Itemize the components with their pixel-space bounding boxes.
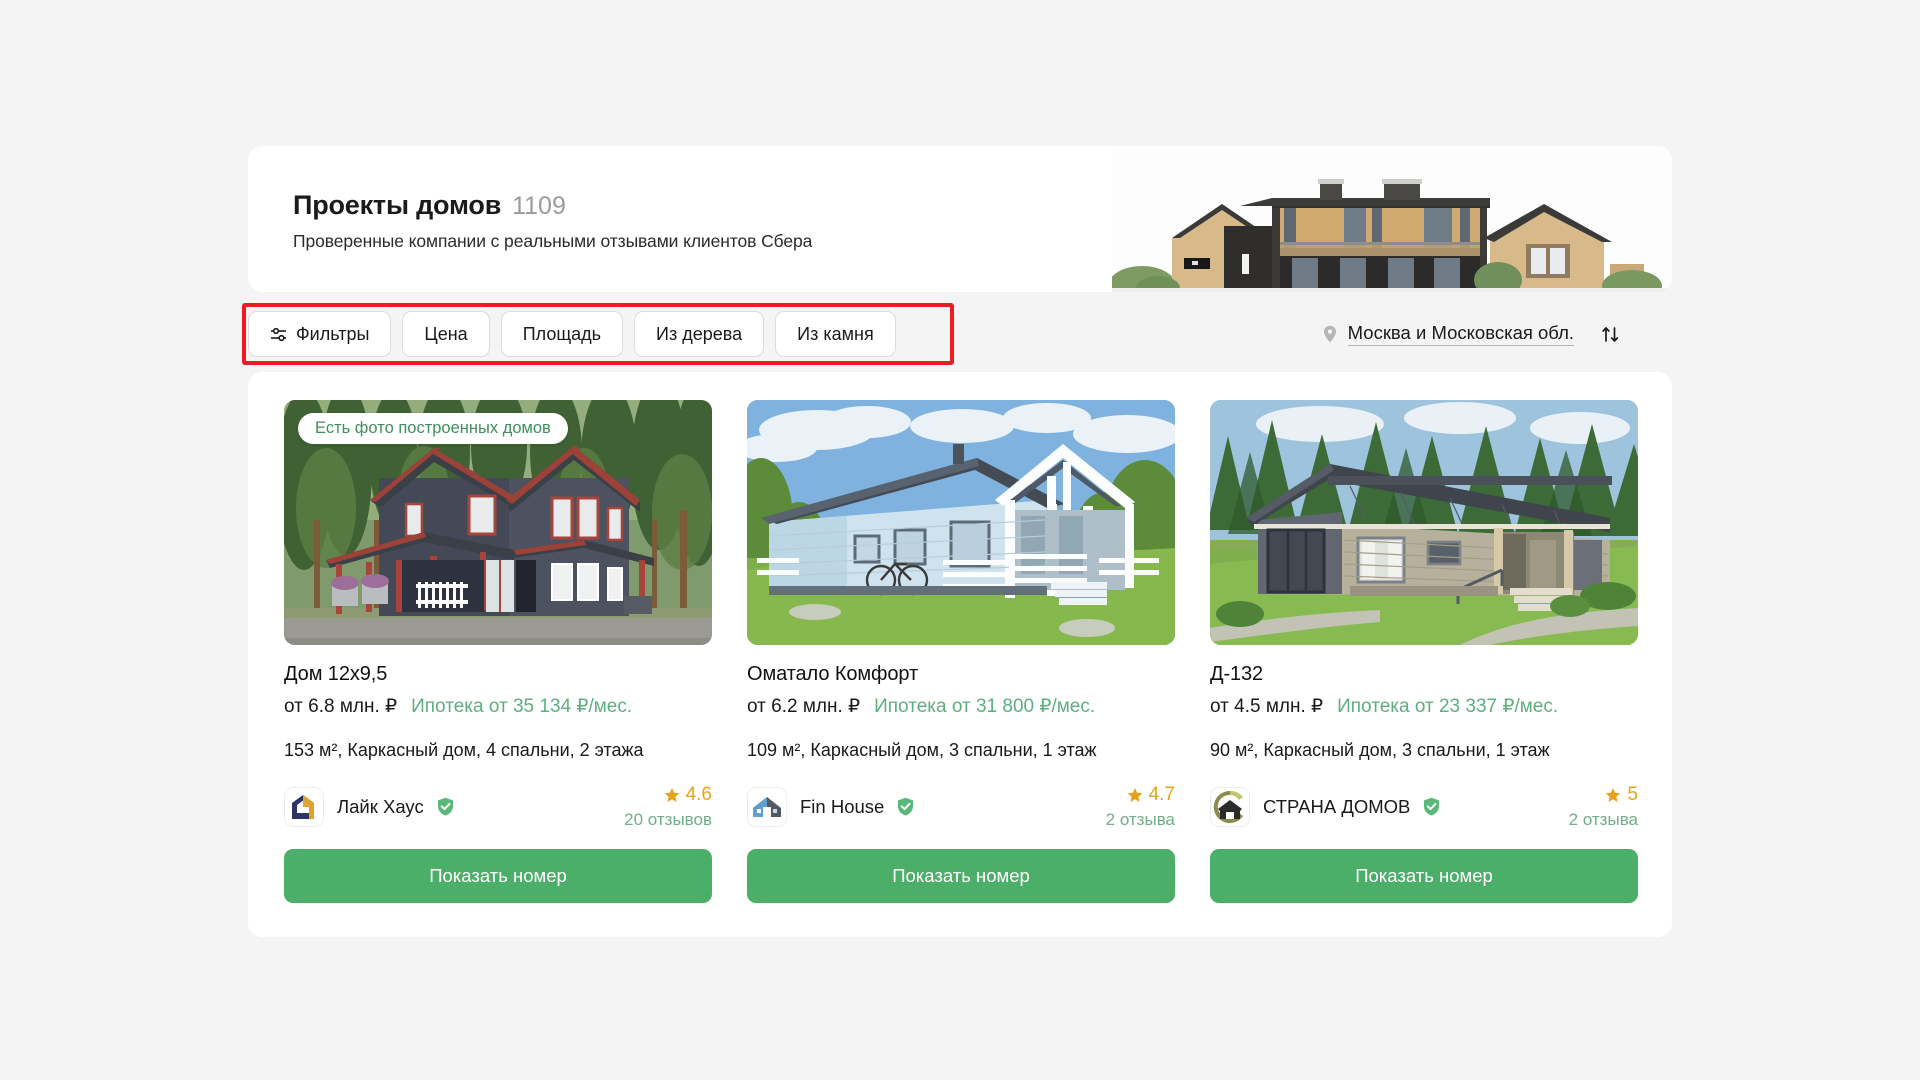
rating-block: 4.7 2 отзыва <box>1106 783 1175 830</box>
show-phone-button[interactable]: Показать номер <box>284 848 712 903</box>
company-info[interactable]: Fin House <box>747 786 914 827</box>
grey-beige-one-story-house-photo-icon <box>1210 400 1638 645</box>
like-haus-logo-icon <box>285 787 323 826</box>
listing-price: от 4.5 млн. ₽ <box>1210 696 1324 717</box>
show-phone-button[interactable]: Показать номер <box>1210 848 1638 903</box>
header-card: Проекты домов 1109 Проверенные компании … <box>248 146 1672 292</box>
modern-house-photo-icon <box>1112 146 1672 292</box>
rating-block: 4.6 20 отзывов <box>624 783 712 830</box>
company-name: Лайк Хаус <box>337 795 424 817</box>
built-photos-badge: Есть фото построенных домов <box>298 413 568 444</box>
listing-price-row: от 6.8 млн. ₽ Ипотека от 35 134 ₽/мес. <box>284 695 712 718</box>
listing-price: от 6.8 млн. ₽ <box>284 696 398 717</box>
listing-grid: Есть фото построенных домов Дом 12х9,5 о… <box>284 400 1638 903</box>
listing-photo[interactable] <box>747 400 1175 645</box>
reviews-count: 2 отзыва <box>1568 809 1638 829</box>
page-title: Проекты домов <box>293 190 502 220</box>
company-row: Лайк Хаус 4.6 20 отзывов <box>284 784 712 829</box>
listing-specs: 90 м², Каркасный дом, 3 спальни, 1 этаж <box>1210 740 1550 760</box>
page-subtitle: Проверенные компании с реальными отзывам… <box>293 231 813 251</box>
verified-shield-icon <box>1424 797 1440 816</box>
company-info[interactable]: Лайк Хаус <box>284 786 454 827</box>
map-pin-icon <box>1323 325 1336 343</box>
star-icon <box>1127 787 1142 802</box>
filter-chip-label: Площадь <box>522 323 602 344</box>
company-logo <box>747 786 787 827</box>
page-root: Проекты домов 1109 Проверенные компании … <box>0 0 1920 1080</box>
listing-specs: 109 м², Каркасный дом, 3 спальни, 1 этаж <box>747 740 1097 760</box>
listing-card[interactable]: Есть фото построенных домов Дом 12х9,5 о… <box>284 400 712 903</box>
filter-chip-area[interactable]: Площадь <box>500 311 624 357</box>
rating-block: 5 2 отзыва <box>1569 783 1638 830</box>
filter-chip-label: Фильтры <box>296 323 370 344</box>
listing-title: Дом 12х9,5 <box>284 663 388 685</box>
filter-chip-stone[interactable]: Из камня <box>775 311 896 357</box>
filter-chip-price[interactable]: Цена <box>402 311 490 357</box>
listing-price-row: от 4.5 млн. ₽ Ипотека от 23 337 ₽/мес. <box>1210 695 1638 718</box>
page-title-row: Проекты домов 1109 <box>293 190 812 221</box>
show-phone-button[interactable]: Показать номер <box>747 848 1175 903</box>
verified-shield-icon <box>437 797 453 816</box>
location-selector[interactable]: Москва и Московская обл. <box>1347 322 1574 346</box>
filter-chip-filters[interactable]: Фильтры <box>248 311 392 357</box>
star-icon <box>1606 787 1621 802</box>
header-text-block: Проекты домов 1109 Проверенные компании … <box>293 190 812 252</box>
hero-image <box>1112 146 1672 292</box>
listing-price: от 6.2 млн. ₽ <box>747 696 861 717</box>
star-icon <box>664 787 679 802</box>
verified-shield-icon <box>898 797 914 816</box>
company-info[interactable]: СТРАНА ДОМОВ <box>1210 786 1440 827</box>
company-row: Fin House 4.7 2 отзыва <box>747 784 1175 829</box>
company-name: СТРАНА ДОМОВ <box>1263 795 1411 817</box>
listing-mortgage: Ипотека от 23 337 ₽/мес. <box>1337 696 1559 717</box>
sliders-icon <box>271 327 286 341</box>
listing-title: Оматало Комфорт <box>747 663 919 685</box>
company-name: Fin House <box>800 795 885 817</box>
filter-chip-label: Из дерева <box>656 323 743 344</box>
strana-domov-logo-icon <box>1211 787 1249 826</box>
listing-card[interactable]: Оматало Комфорт от 6.2 млн. ₽ Ипотека от… <box>747 400 1175 903</box>
results-card: Есть фото построенных домов Дом 12х9,5 о… <box>248 372 1672 937</box>
rating-value: 4.6 <box>685 784 712 806</box>
rating-value: 5 <box>1627 784 1638 806</box>
listing-price-row: от 6.2 млн. ₽ Ипотека от 31 800 ₽/мес. <box>747 695 1175 718</box>
listing-mortgage: Ипотека от 35 134 ₽/мес. <box>411 696 633 717</box>
rating-row: 4.7 <box>1106 783 1175 807</box>
listing-title: Д-132 <box>1210 663 1264 685</box>
rating-row: 5 <box>1569 783 1638 807</box>
listing-card[interactable]: Д-132 от 4.5 млн. ₽ Ипотека от 23 337 ₽/… <box>1210 400 1638 903</box>
filter-bar: Фильтры Цена Площадь Из дерева Из камня <box>242 303 1672 365</box>
rating-row: 4.6 <box>624 783 712 807</box>
filter-chip-label: Из камня <box>797 323 874 344</box>
company-row: СТРАНА ДОМОВ 5 2 отзыва <box>1210 784 1638 829</box>
company-logo <box>284 786 324 827</box>
listing-photo[interactable]: Есть фото построенных домов <box>284 400 712 645</box>
filter-chips: Фильтры Цена Площадь Из дерева Из камня <box>248 311 896 357</box>
listing-specs: 153 м², Каркасный дом, 4 спальни, 2 этаж… <box>284 740 644 760</box>
sort-arrows-icon[interactable] <box>1601 325 1620 344</box>
filter-chip-wood[interactable]: Из дерева <box>634 311 765 357</box>
results-count: 1109 <box>512 192 566 220</box>
listing-photo[interactable] <box>1210 400 1638 645</box>
company-logo <box>1210 786 1250 827</box>
listing-mortgage: Ипотека от 31 800 ₽/мес. <box>874 696 1096 717</box>
location-and-sort: Москва и Московская обл. <box>1323 322 1672 346</box>
light-blue-one-story-house-photo-icon <box>747 400 1175 645</box>
reviews-count: 2 отзыва <box>1105 809 1175 829</box>
content-column: Проекты домов 1109 Проверенные компании … <box>242 146 1672 937</box>
reviews-count: 20 отзывов <box>624 809 712 829</box>
rating-value: 4.7 <box>1148 784 1175 806</box>
fin-house-logo-icon <box>748 787 786 826</box>
filter-chip-label: Цена <box>424 323 468 344</box>
